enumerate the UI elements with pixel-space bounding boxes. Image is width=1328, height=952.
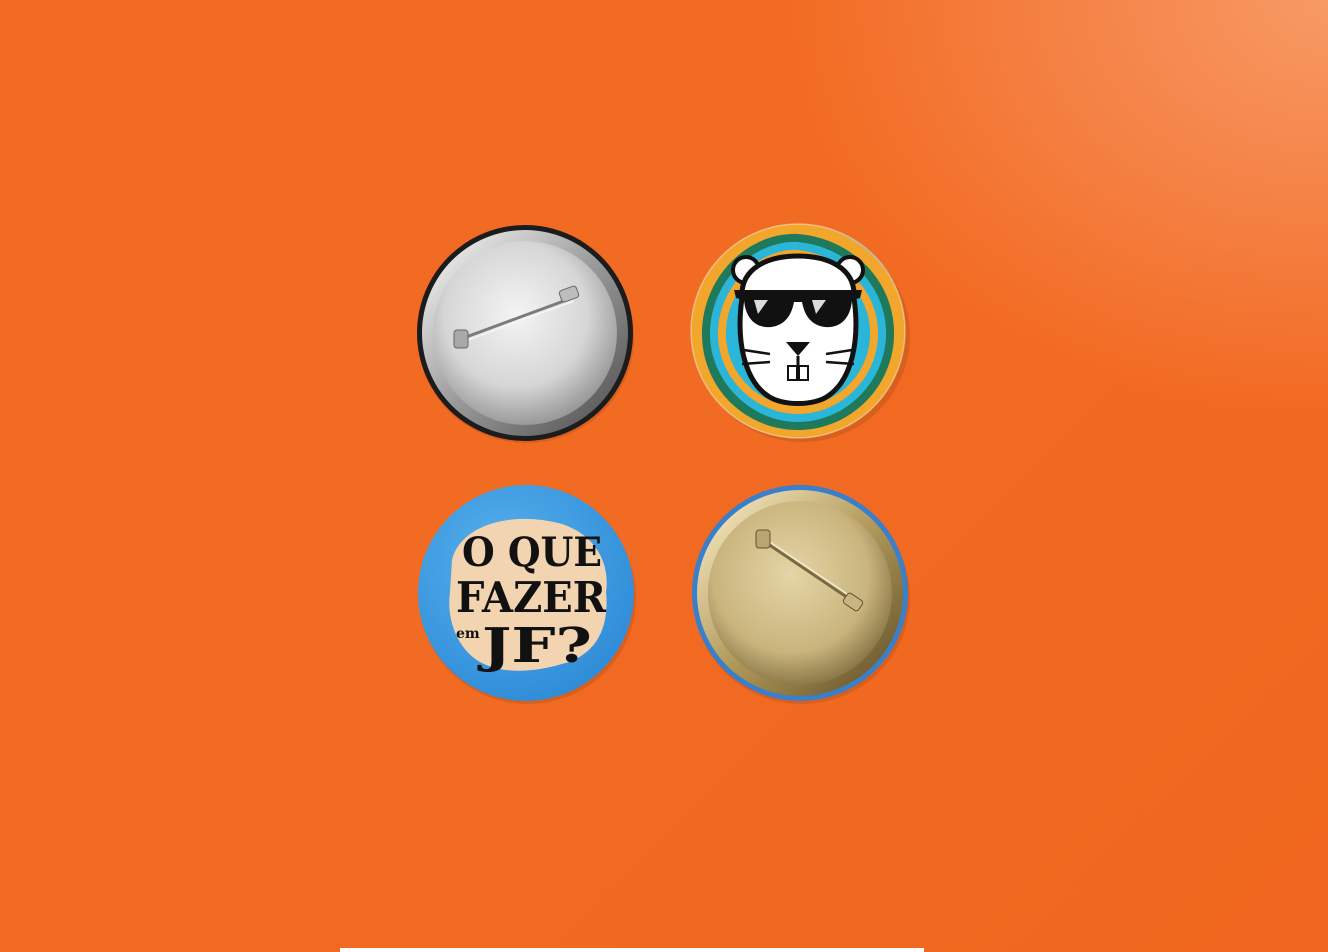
pin-badge-back-gold bbox=[692, 485, 910, 704]
beaver-illustration bbox=[731, 253, 865, 406]
lettering-small: em bbox=[456, 626, 480, 642]
lettering-line1: O QUE bbox=[462, 529, 602, 576]
lettering-line3: JF? bbox=[477, 618, 592, 674]
pin-badge-back-silver bbox=[417, 225, 634, 443]
pin-badge-lettering: O QUE FAZER em JF? bbox=[418, 485, 636, 704]
orange-background: O QUE FAZER em JF? bbox=[0, 0, 1328, 952]
bottom-edge-strip bbox=[340, 948, 924, 952]
pin-badge-beaver bbox=[690, 223, 910, 442]
lettering-line2: FAZER bbox=[456, 573, 607, 622]
